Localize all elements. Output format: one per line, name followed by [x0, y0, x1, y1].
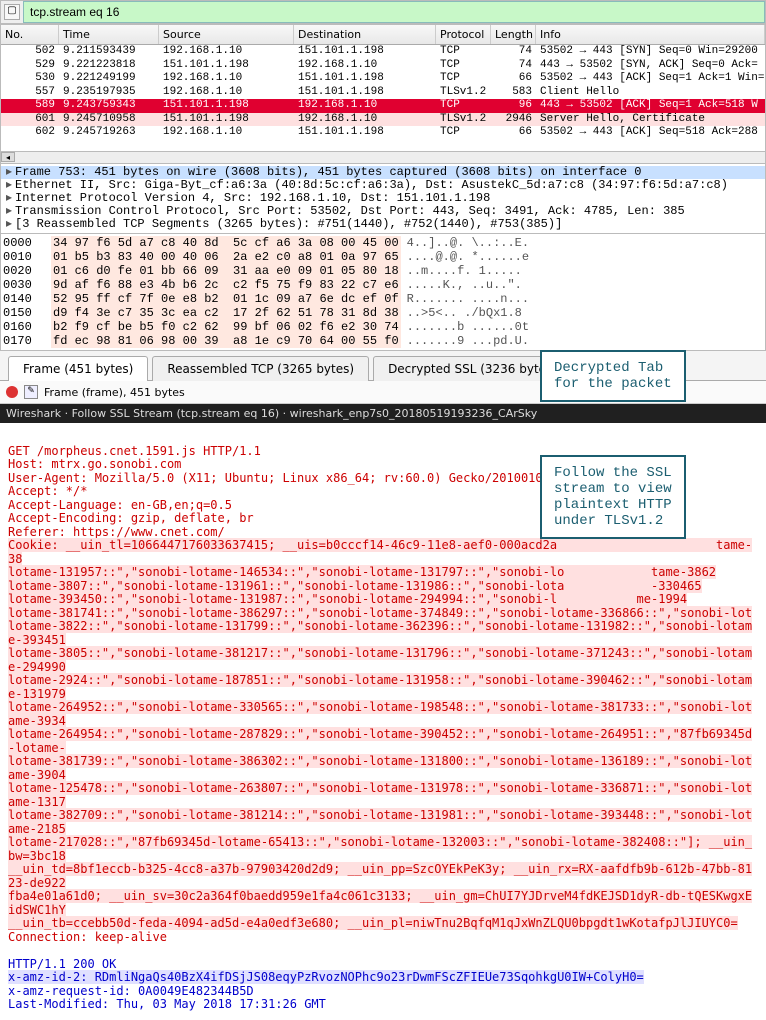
- hex-row[interactable]: 0150d9 f4 3e c7 35 3c ea c2 17 2f 62 51 …: [3, 306, 763, 320]
- hex-row[interactable]: 000034 97 f6 5d a7 c8 40 8d 5c cf a6 3a …: [3, 236, 763, 250]
- packet-row[interactable]: 5309.221249199192.168.1.10151.101.1.198T…: [1, 72, 765, 86]
- annotation-decrypted-tab: Decrypted Tab for the packet: [540, 350, 686, 402]
- packet-row[interactable]: 6019.245710958151.101.1.198192.168.1.10T…: [1, 113, 765, 127]
- packet-row[interactable]: 5899.243759343151.101.1.198192.168.1.10T…: [1, 99, 765, 113]
- packet-row[interactable]: 5579.235197935192.168.1.10151.101.1.198T…: [1, 86, 765, 100]
- bytes-tab[interactable]: Frame (451 bytes): [8, 356, 148, 381]
- packet-row[interactable]: 5299.221223818151.101.1.198192.168.1.10T…: [1, 59, 765, 73]
- edit-icon[interactable]: ✎: [24, 385, 38, 399]
- col-header-len[interactable]: Length: [491, 25, 536, 44]
- bytes-status-text: Frame (frame), 451 bytes: [44, 386, 185, 399]
- filter-bookmark-icon[interactable]: ▢: [4, 4, 20, 20]
- http-response-block: HTTP/1.1 200 OK x-amz-id-2: RDmliNgaQs40…: [8, 957, 644, 1012]
- scroll-left-arrow-icon[interactable]: ◂: [1, 152, 15, 162]
- col-header-time[interactable]: Time: [59, 25, 159, 44]
- record-icon: [6, 386, 18, 398]
- packet-list-header: No. Time Source Destination Protocol Len…: [1, 25, 765, 45]
- bytes-tab[interactable]: Reassembled TCP (3265 bytes): [152, 356, 369, 381]
- packet-row[interactable]: 5029.211593439192.168.1.10151.101.1.198T…: [1, 45, 765, 59]
- display-filter-input[interactable]: [23, 1, 765, 23]
- expand-icon[interactable]: ▸: [3, 218, 15, 231]
- hex-row[interactable]: 0160b2 f9 cf be b5 f0 c2 62 99 bf 06 02 …: [3, 320, 763, 334]
- filter-bar: ▢: [0, 0, 766, 24]
- col-header-src[interactable]: Source: [159, 25, 294, 44]
- packet-row[interactable]: 6029.245719263192.168.1.10151.101.1.198T…: [1, 126, 765, 140]
- hex-row[interactable]: 0170fd ec 98 81 06 98 00 39 a8 1e c9 70 …: [3, 334, 763, 348]
- hex-row[interactable]: 014052 95 ff cf 7f 0e e8 b2 01 1c 09 a7 …: [3, 292, 763, 306]
- packet-bytes-hex[interactable]: 000034 97 f6 5d a7 c8 40 8d 5c cf a6 3a …: [0, 234, 766, 351]
- col-header-proto[interactable]: Protocol: [436, 25, 491, 44]
- follow-stream-titlebar: Wireshark · Follow SSL Stream (tcp.strea…: [0, 404, 766, 423]
- col-header-no[interactable]: No.: [1, 25, 59, 44]
- col-header-dst[interactable]: Destination: [294, 25, 436, 44]
- col-header-info[interactable]: Info: [536, 25, 765, 44]
- packet-details-tree[interactable]: ▸Frame 753: 451 bytes on wire (3608 bits…: [0, 164, 766, 234]
- packet-list[interactable]: No. Time Source Destination Protocol Len…: [0, 24, 766, 152]
- packet-list-scrollbar[interactable]: ◂: [0, 152, 766, 164]
- annotation-follow-stream: Follow the SSL stream to view plaintext …: [540, 455, 686, 539]
- hex-row[interactable]: 002001 c6 d0 fe 01 bb 66 09 31 aa e0 09 …: [3, 264, 763, 278]
- proto-tree-row[interactable]: ▸[3 Reassembled TCP Segments (3265 bytes…: [1, 218, 765, 231]
- hex-row[interactable]: 001001 b5 b3 83 40 00 40 06 2a e2 c0 a8 …: [3, 250, 763, 264]
- hex-row[interactable]: 00309d af f6 88 e3 4b b6 2c c2 f5 75 f9 …: [3, 278, 763, 292]
